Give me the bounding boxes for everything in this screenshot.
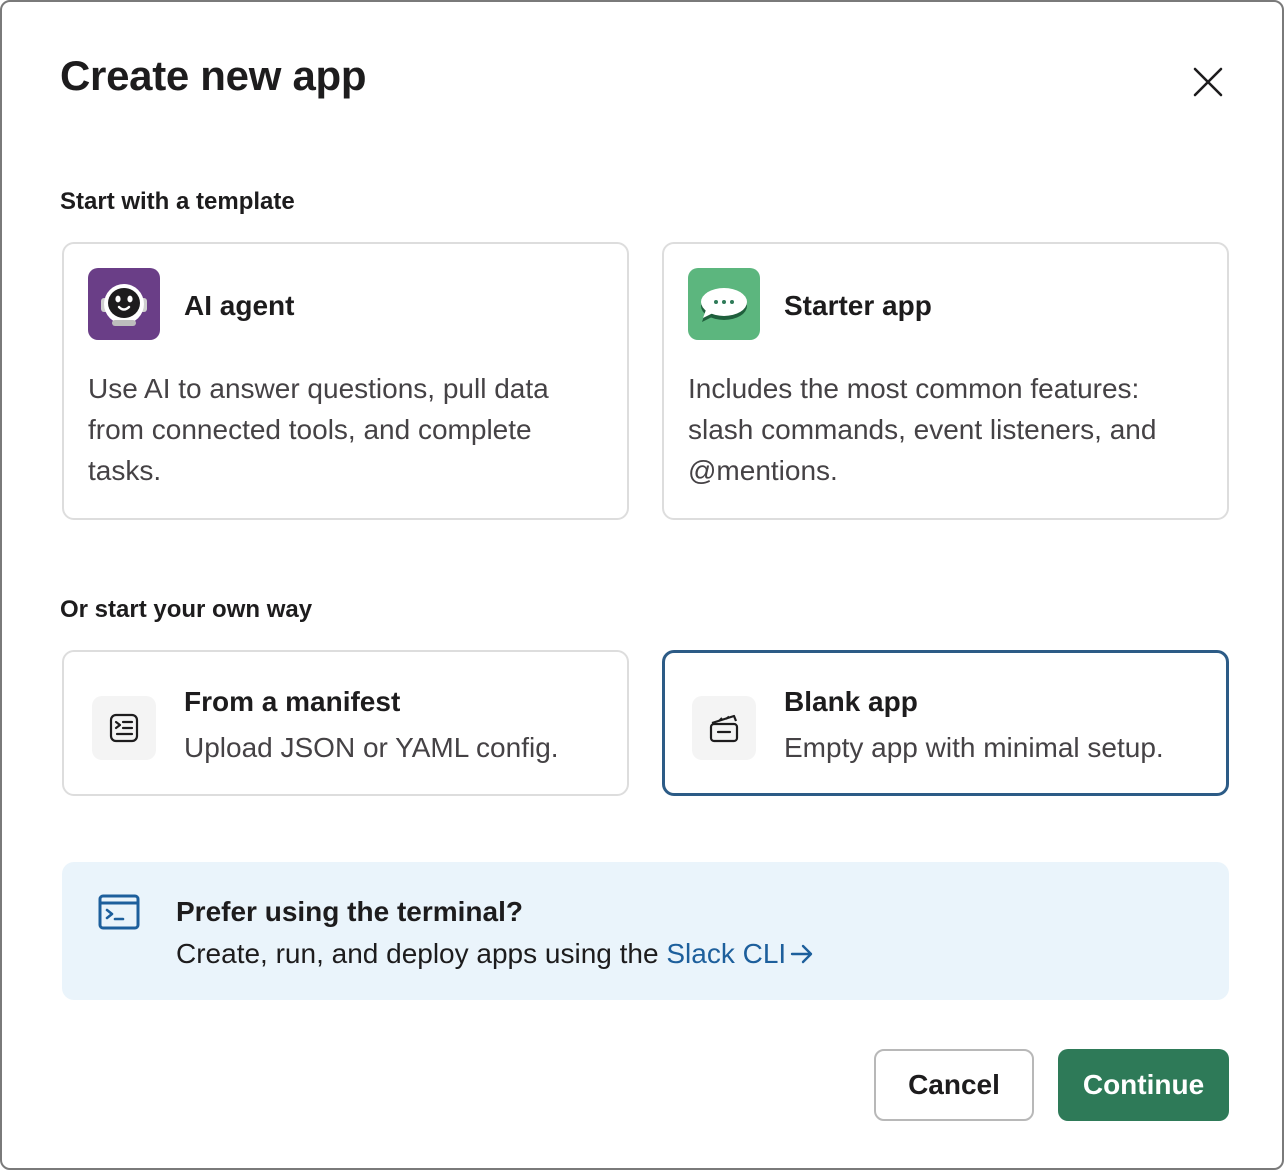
template-description: Includes the most common features: slash…: [688, 373, 1157, 486]
option-description: Upload JSON or YAML config.: [184, 732, 559, 763]
slack-cli-link[interactable]: Slack CLI: [666, 938, 814, 969]
chat-bubble-icon: [688, 268, 760, 340]
manifest-icon: [92, 696, 156, 760]
template-card-starter-app[interactable]: Starter app Includes the most common fea…: [662, 242, 1229, 520]
option-card-blank-app[interactable]: Blank app Empty app with minimal setup.: [662, 650, 1229, 796]
blank-app-icon: [692, 696, 756, 760]
banner-title: Prefer using the terminal?: [176, 896, 523, 927]
robot-icon: [88, 268, 160, 340]
continue-button[interactable]: Continue: [1058, 1049, 1229, 1121]
own-way-section-label: Or start your own way: [60, 596, 313, 623]
terminal-banner: Prefer using the terminal? Create, run, …: [62, 862, 1229, 1000]
template-section-label: Start with a template: [60, 188, 295, 215]
close-icon: [1193, 67, 1223, 97]
cancel-button[interactable]: Cancel: [874, 1049, 1034, 1121]
create-app-dialog: Create new app Start with a template AI …: [0, 0, 1284, 1170]
option-name: Blank app: [784, 686, 918, 717]
terminal-icon: [98, 894, 140, 930]
option-description: Empty app with minimal setup.: [784, 732, 1164, 763]
template-description: Use AI to answer questions, pull data fr…: [88, 373, 549, 486]
dialog-title: Create new app: [60, 52, 367, 99]
banner-text: Create, run, and deploy apps using the S…: [176, 938, 814, 970]
template-card-ai-agent[interactable]: AI agent Use AI to answer questions, pul…: [62, 242, 629, 520]
banner-text-body: Create, run, and deploy apps using the: [176, 938, 659, 969]
close-button[interactable]: [1184, 58, 1232, 106]
template-name: Starter app: [784, 290, 932, 321]
arrow-right-icon: [790, 944, 813, 964]
template-name: AI agent: [184, 290, 295, 321]
option-card-from-manifest[interactable]: From a manifest Upload JSON or YAML conf…: [62, 650, 629, 796]
slack-cli-link-label: Slack CLI: [666, 938, 787, 969]
option-name: From a manifest: [184, 686, 401, 717]
